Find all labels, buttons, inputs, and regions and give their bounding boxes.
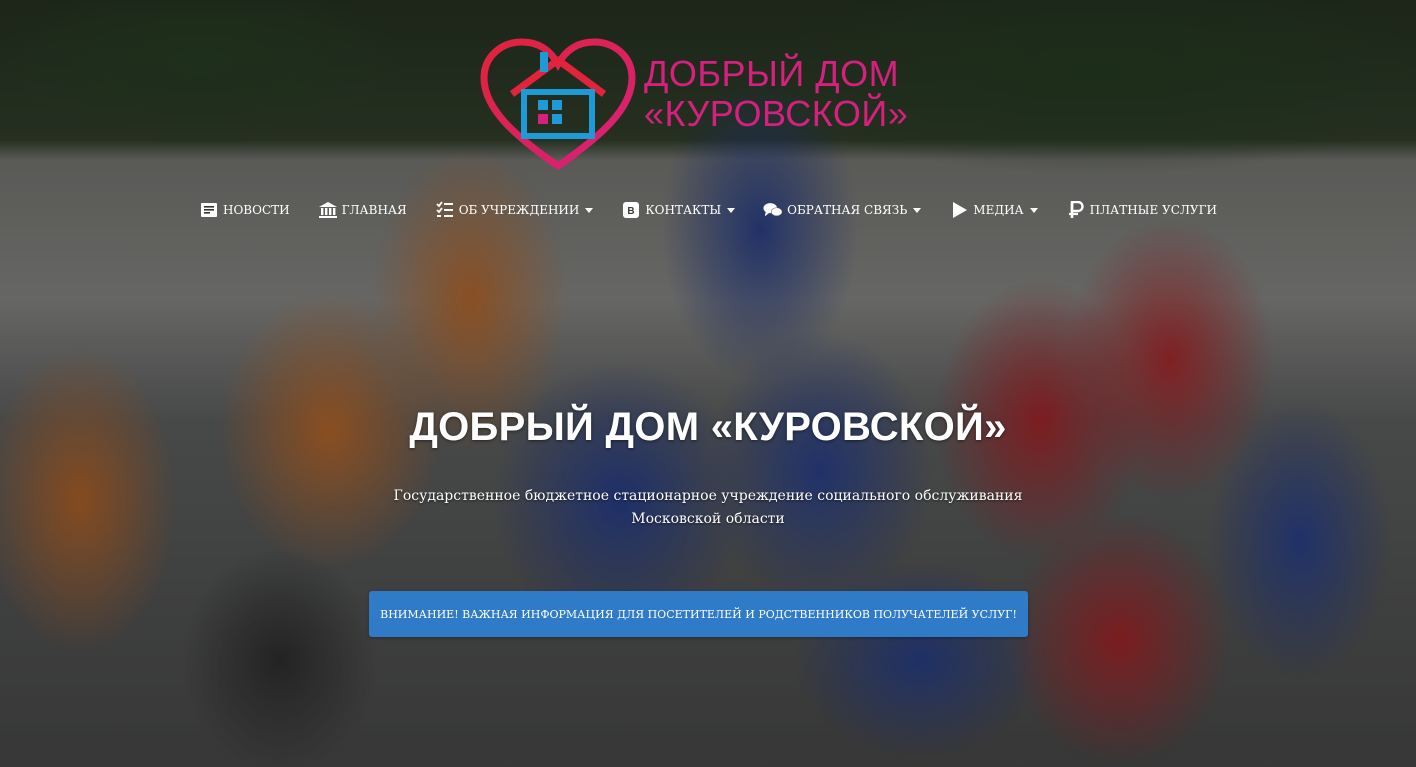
hero-subtitle-line1: Государственное бюджетное стационарное у…: [393, 488, 1023, 504]
caret-down-icon: [913, 207, 922, 213]
logo-line1: ДОБРЫЙ ДОМ: [644, 53, 900, 94]
chat-bubbles-icon: [763, 200, 783, 220]
newspaper-icon: [199, 200, 219, 220]
hero-section: ДОБРЫЙ ДОМ «КУРОВСКОЙ» НОВОСТИ ГЛАВНАЯ О…: [0, 0, 1416, 767]
nav-label: ОБ УЧРЕЖДЕНИИ: [458, 203, 580, 217]
list-check-icon: [435, 200, 455, 220]
nav-item-paid-services[interactable]: ПЛАТНЫЕ УСЛУГИ: [1052, 198, 1231, 222]
ruble-icon: [1066, 200, 1086, 220]
nav-label: НОВОСТИ: [222, 203, 290, 217]
nav-item-contacts[interactable]: B КОНТАКТЫ: [607, 198, 749, 222]
nav-item-feedback[interactable]: ОБРАТНАЯ СВЯЗЬ: [749, 198, 935, 222]
play-icon: [949, 200, 969, 220]
caret-down-icon: [727, 207, 736, 213]
logo-line2: «КУРОВСКОЙ»: [644, 93, 909, 134]
caret-down-icon: [1029, 207, 1038, 213]
nav-label: ОБРАТНАЯ СВЯЗЬ: [787, 203, 908, 217]
main-nav: НОВОСТИ ГЛАВНАЯ ОБ УЧРЕЖДЕНИИ B КОНТАКТЫ: [0, 198, 1416, 222]
nav-label: КОНТАКТЫ: [645, 203, 722, 217]
svg-text:B: B: [628, 206, 635, 217]
nav-item-media[interactable]: МЕДИА: [935, 198, 1051, 222]
nav-label: МЕДИА: [973, 203, 1024, 217]
vk-icon: B: [621, 200, 641, 220]
important-notice-button[interactable]: ВНИМАНИЕ! ВАЖНАЯ ИНФОРМАЦИЯ ДЛЯ ПОСЕТИТЕ…: [369, 591, 1028, 637]
institution-icon: [318, 200, 338, 220]
nav-item-news[interactable]: НОВОСТИ: [185, 198, 304, 222]
caret-down-icon: [585, 207, 594, 213]
nav-label: ПЛАТНЫЕ УСЛУГИ: [1089, 203, 1218, 217]
nav-item-about[interactable]: ОБ УЧРЕЖДЕНИИ: [421, 198, 608, 222]
hero-subtitle: Государственное бюджетное стационарное у…: [0, 485, 1416, 531]
hero-title: ДОБРЫЙ ДОМ «КУРОВСКОЙ»: [409, 405, 1007, 449]
logo-text: ДОБРЫЙ ДОМ «КУРОВСКОЙ»: [644, 54, 908, 134]
hero-subtitle-line2: Московской области: [631, 511, 785, 527]
heart-house-logo-icon: [480, 38, 636, 171]
nav-label: ГЛАВНАЯ: [341, 203, 407, 217]
nav-item-home[interactable]: ГЛАВНАЯ: [304, 198, 421, 222]
site-logo[interactable]: ДОБРЫЙ ДОМ «КУРОВСКОЙ»: [478, 38, 928, 173]
